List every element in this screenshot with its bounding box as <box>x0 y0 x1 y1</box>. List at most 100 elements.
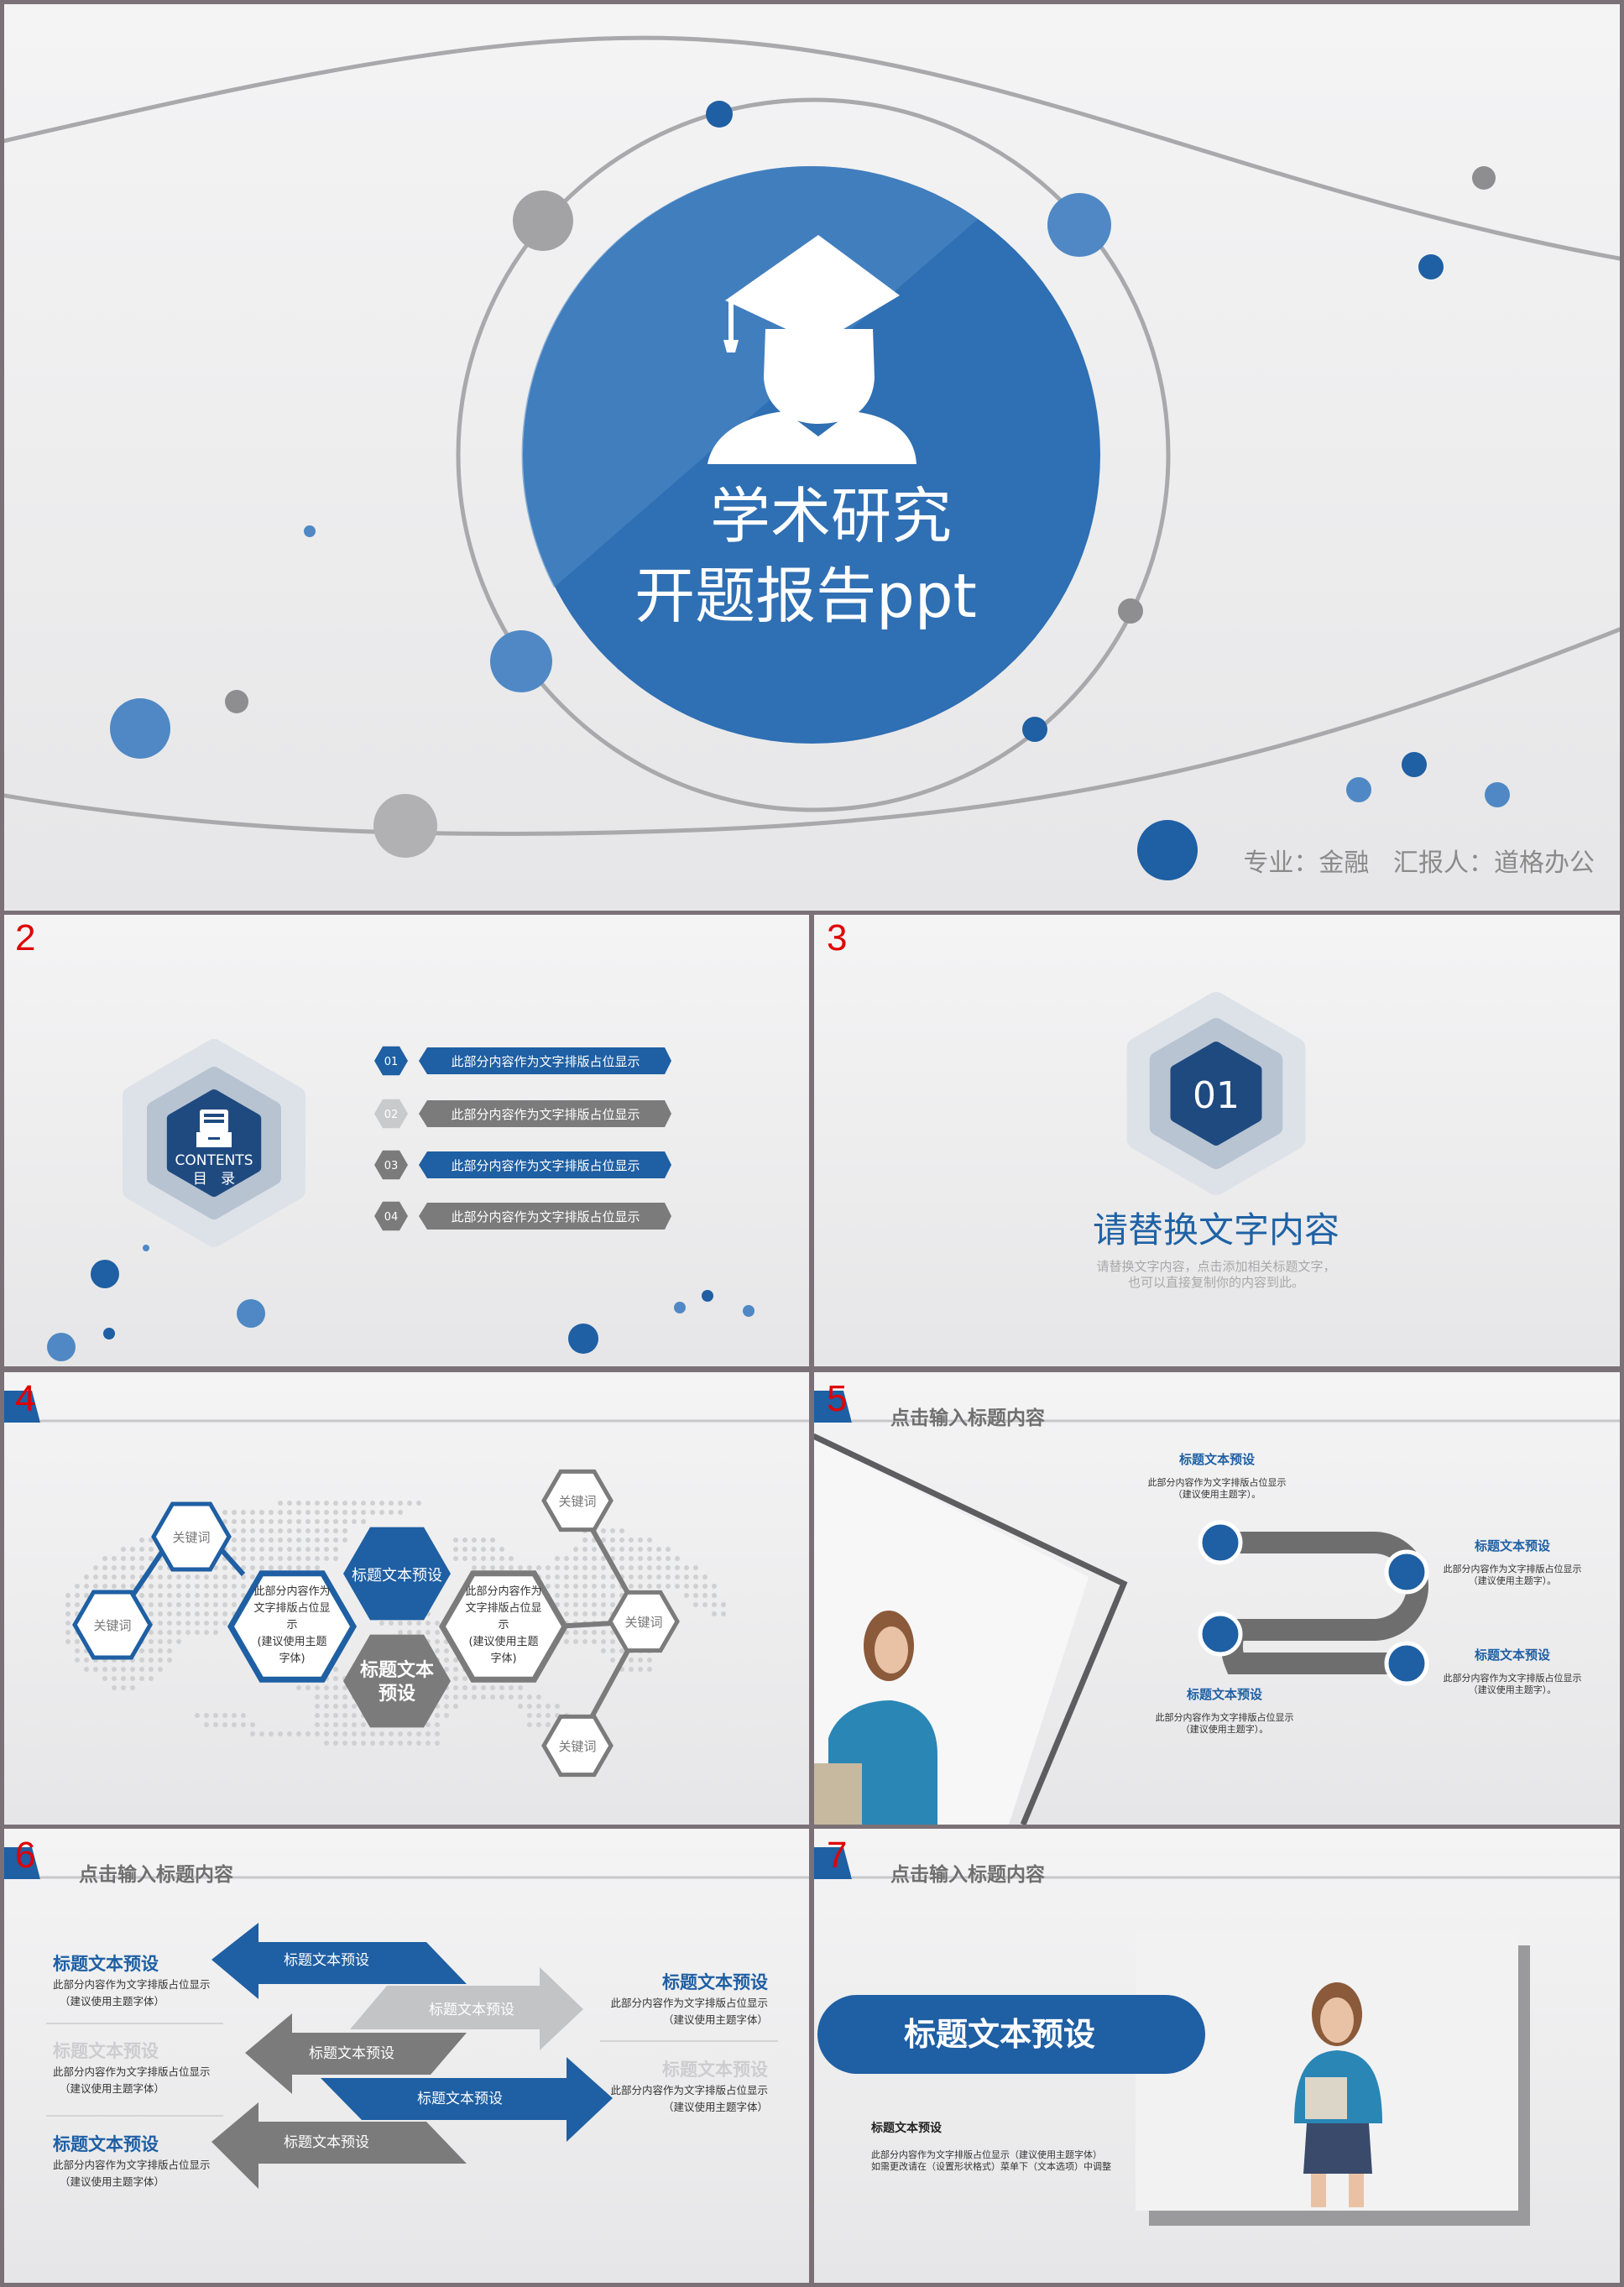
map-dot <box>638 1565 643 1570</box>
map-dot <box>75 1602 80 1607</box>
slide-5-timeline[interactable]: 5 点击输入标题内容 标题文本预设 此部分内容作为文字排版占位显示 （建议使用主题字… <box>814 1372 1620 1825</box>
map-dot <box>130 1574 135 1579</box>
map-dot <box>324 1547 329 1552</box>
map-dot <box>130 1547 135 1552</box>
keyword-hex[interactable]: 关键词 <box>151 1501 232 1572</box>
map-dot <box>241 1538 246 1543</box>
map-dot <box>149 1611 154 1616</box>
map-dot <box>582 1602 587 1607</box>
map-dot <box>305 1501 311 1506</box>
map-dot <box>702 1574 708 1579</box>
map-dot <box>416 1630 421 1635</box>
timeline-node[interactable] <box>1198 1611 1243 1657</box>
map-dot <box>65 1630 70 1635</box>
slide-2-contents[interactable]: 2 CONTENTS 目 录 01 此部分内容作为文字排版占位显示 02 此部分内容作… <box>4 915 809 1366</box>
content-hex[interactable]: 此部分内容作为文字排版占位显示 (建议使用主题字体) <box>227 1570 358 1683</box>
contents-item-02[interactable]: 02 此部分内容作为文字排版占位显示 <box>374 1099 671 1129</box>
contents-item-04[interactable]: 04 此部分内容作为文字排版占位显示 <box>374 1201 671 1231</box>
map-dot <box>213 1722 218 1727</box>
map-dot <box>389 1621 394 1626</box>
map-dot <box>315 1547 320 1552</box>
map-dot <box>361 1510 366 1515</box>
map-dot <box>139 1667 144 1672</box>
dot <box>706 101 733 128</box>
left-text-block: 标题文本预设此部分内容作为文字排版占位显示 （建议使用主题字体） <box>53 1954 211 2008</box>
map-dot <box>75 1648 80 1653</box>
map-dot <box>185 1630 191 1635</box>
map-dot <box>675 1584 680 1589</box>
map-dot <box>195 1611 200 1616</box>
map-dot <box>333 1694 338 1700</box>
map-dot <box>287 1528 292 1533</box>
map-dot <box>296 1510 301 1515</box>
map-dot <box>564 1565 569 1570</box>
map-dot <box>121 1565 126 1570</box>
map-dot <box>435 1630 440 1635</box>
map-dot <box>176 1630 181 1635</box>
timeline-node[interactable] <box>1384 1549 1429 1595</box>
slide-7-photo[interactable]: 7 点击输入标题内容 标题文本预设 标题文本预设 此部分内容作为文字排版占位显示… <box>814 1829 1620 2283</box>
map-dot <box>573 1611 578 1616</box>
keyword-hex[interactable]: 关键词 <box>541 1714 614 1778</box>
slide-6-arrows[interactable]: 6 点击输入标题内容 标题文本预设 标题文本预设 标题文本预设 标题文本预设 标… <box>4 1829 809 2283</box>
map-dot <box>269 1731 274 1736</box>
map-dot <box>416 1621 421 1626</box>
map-dot <box>536 1704 541 1709</box>
map-dot <box>324 1704 329 1709</box>
map-dot <box>444 1694 449 1700</box>
slide-3-section[interactable]: 3 01 请替换文字内容 请替换文字内容，点击添加相关标题文字， 也可以直接复制… <box>814 915 1620 1366</box>
map-dot <box>490 1556 495 1561</box>
contents-item-01[interactable]: 01 此部分内容作为文字排版占位显示 <box>374 1046 671 1076</box>
map-dot <box>342 1528 347 1533</box>
map-dot <box>462 1547 467 1552</box>
map-dot <box>149 1667 154 1672</box>
timeline-point-text: 标题文本预设此部分内容作为文字排版占位显示（建议使用主题字）。 <box>1148 1452 1287 1500</box>
map-dot <box>435 1741 440 1746</box>
keyword-hex[interactable]: 关键词 <box>608 1590 680 1653</box>
map-dot <box>647 1556 652 1561</box>
left-text-block: 标题文本预设此部分内容作为文字排版占位显示 （建议使用主题字体） <box>53 2134 211 2188</box>
map-dot <box>453 1538 458 1543</box>
map-dot <box>84 1667 89 1672</box>
slide-1-title[interactable]: 学术研究 开题报告ppt 专业：金融 汇报人：道格办公 <box>4 4 1620 911</box>
hex-body-line: 字体) <box>279 1653 305 1665</box>
timeline-node[interactable] <box>1198 1520 1243 1565</box>
slide-number: 3 <box>827 917 847 958</box>
map-dot <box>638 1547 643 1552</box>
map-dot <box>693 1584 698 1589</box>
contents-item-03[interactable]: 03 此部分内容作为文字排版占位显示 <box>374 1150 671 1180</box>
map-dot <box>444 1704 449 1709</box>
slide-4-hexagons[interactable]: 4 关键词 关键词 关键词 关键词 关键词 此部分内容作为 文字排版占位显示 (建议使用主题字… <box>4 1372 809 1825</box>
map-dot <box>65 1611 70 1616</box>
map-dot <box>389 1731 394 1736</box>
keyword-hex[interactable]: 关键词 <box>541 1469 614 1532</box>
block-desc-2: （建议使用主题字体） <box>663 2013 768 2026</box>
map-dot <box>647 1574 652 1579</box>
map-dot <box>176 1584 181 1589</box>
map-dot <box>130 1685 135 1690</box>
point-title: 标题文本预设 <box>1186 1687 1262 1702</box>
map-dot <box>305 1731 311 1736</box>
map-dot <box>149 1593 154 1598</box>
content-hex[interactable]: 此部分内容作为文字排版占位显示 (建议使用主题字体) <box>438 1570 569 1683</box>
map-dot <box>204 1593 209 1598</box>
map-dot <box>610 1658 615 1663</box>
keyword-hex[interactable]: 关键词 <box>72 1590 153 1660</box>
map-dot <box>287 1510 292 1515</box>
map-dot <box>426 1630 431 1635</box>
map-dot <box>693 1574 698 1579</box>
dot <box>674 1302 686 1313</box>
map-dot <box>379 1731 384 1736</box>
map-dot <box>666 1556 671 1561</box>
map-dot <box>259 1519 264 1524</box>
map-dot <box>167 1584 172 1589</box>
map-dot <box>269 1547 274 1552</box>
map-dot <box>481 1556 486 1561</box>
map-dot <box>472 1694 477 1700</box>
map-dot <box>167 1602 172 1607</box>
map-dot <box>278 1538 283 1543</box>
map-dot <box>269 1519 274 1524</box>
map-dot <box>564 1556 569 1561</box>
map-dot <box>592 1556 597 1561</box>
timeline-node[interactable] <box>1384 1641 1429 1686</box>
